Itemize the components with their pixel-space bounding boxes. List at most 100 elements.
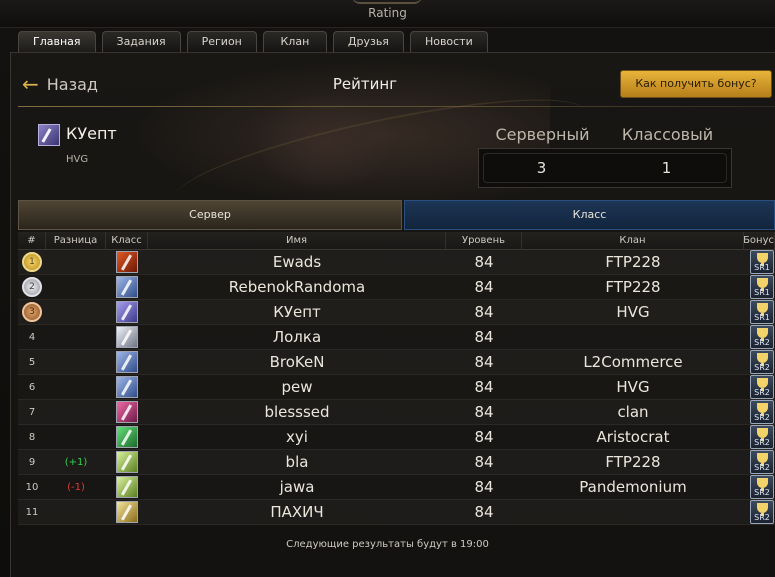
tab-region[interactable]: Регион [186, 31, 257, 53]
table-row[interactable]: 9 (+1) bla 84 FTP228 SR2 [18, 450, 775, 475]
row-level: 84 [474, 278, 494, 296]
bonus-cup-icon[interactable]: SR2 [750, 400, 774, 424]
row-rank: 10 [25, 481, 39, 493]
bonus-cup-icon[interactable]: SR2 [750, 475, 774, 499]
title-bar[interactable]: Rating [0, 0, 775, 28]
table-row[interactable]: 5 BroKeN 84 L2Commerce SR2 [18, 350, 775, 375]
table-row[interactable]: 10 (-1) jawa 84 Pandemonium SR2 [18, 475, 775, 500]
row-level: 84 [474, 253, 494, 271]
player-clan: HVG [66, 154, 89, 165]
table-row[interactable]: 2 RebenokRandoma 84 FTP228 SR1 [18, 275, 775, 300]
class-icon [116, 251, 138, 273]
back-button[interactable]: ← Назад [22, 74, 98, 94]
class-icon [116, 326, 138, 348]
row-clan: HVG [616, 303, 650, 321]
row-level: 84 [474, 478, 494, 496]
row-rank: 6 [28, 381, 36, 393]
class-icon [116, 451, 138, 473]
row-clan: L2Commerce [583, 353, 683, 371]
row-clan: clan [617, 403, 649, 421]
title-ornament [352, 0, 422, 4]
row-rank: 5 [28, 356, 36, 368]
row-name: jawa [279, 478, 315, 496]
class-icon [116, 301, 138, 323]
row-name: КУепт [273, 303, 321, 321]
rank-values: 3 1 [478, 148, 732, 188]
tab-clan[interactable]: Клан [262, 31, 327, 53]
row-rank: 9 [28, 456, 36, 468]
row-clan: Pandemonium [579, 478, 687, 496]
gold-medal-icon: 1 [22, 252, 42, 272]
class-icon [116, 476, 138, 498]
server-rank-value: 3 [536, 159, 547, 177]
bonus-cup-icon[interactable]: SR2 [750, 425, 774, 449]
header-divider [18, 106, 775, 107]
row-name: RebenokRandoma [228, 278, 366, 296]
next-results-note: Следующие результаты будут в 19:00 [286, 539, 489, 550]
main-tabs: Главная Задания Регион Клан Друзья Новос… [18, 31, 488, 53]
table-row[interactable]: 3 КУепт 84 HVG SR1 [18, 300, 775, 325]
row-level: 84 [474, 378, 494, 396]
row-name: pew [281, 378, 313, 396]
bonus-cup-icon[interactable]: SR1 [750, 300, 774, 324]
bronze-medal-icon: 3 [22, 302, 42, 322]
row-rank: 4 [28, 331, 36, 343]
class-icon [116, 401, 138, 423]
row-level: 84 [474, 353, 494, 371]
class-icon [116, 501, 138, 523]
tab-class[interactable]: Класс [404, 200, 775, 230]
bonus-cup-icon[interactable]: SR2 [750, 325, 774, 349]
server-rank-label: Серверный [495, 125, 590, 144]
rating-table: # Разница Класс Имя Уровень Клан Бонус 1… [18, 232, 775, 525]
row-clan: Aristocrat [596, 428, 670, 446]
table-row[interactable]: 7 blesssed 84 clan SR2 [18, 400, 775, 425]
bonus-cup-icon[interactable]: SR2 [750, 375, 774, 399]
row-name: Ewads [272, 253, 322, 271]
column-header-class[interactable]: Класс [106, 232, 148, 250]
tab-friends[interactable]: Друзья [332, 31, 404, 53]
tab-main[interactable]: Главная [18, 31, 96, 53]
column-header-clan[interactable]: Клан [522, 232, 744, 250]
class-icon [116, 376, 138, 398]
row-name: ПАХИЧ [270, 503, 324, 521]
class-icon [116, 276, 138, 298]
tab-news[interactable]: Новости [409, 31, 488, 53]
row-level: 84 [474, 303, 494, 321]
row-name: bla [285, 453, 309, 471]
row-level: 84 [474, 503, 494, 521]
column-header-level[interactable]: Уровень [446, 232, 522, 250]
class-rank-label: Классовый [621, 125, 714, 144]
silver-medal-icon: 2 [22, 277, 42, 297]
table-row[interactable]: 6 pew 84 HVG SR2 [18, 375, 775, 400]
row-diff: (-1) [67, 481, 85, 493]
player-class-icon [38, 124, 60, 146]
row-diff: (+1) [64, 456, 88, 468]
table-row[interactable]: 11 ПАХИЧ 84 SR2 [18, 500, 775, 525]
page-title: Рейтинг [332, 75, 398, 93]
bonus-cup-icon[interactable]: SR1 [750, 250, 774, 274]
bonus-cup-icon[interactable]: SR1 [750, 275, 774, 299]
bonus-cup-icon[interactable]: SR2 [750, 500, 774, 524]
row-name: BroKeN [269, 353, 325, 371]
column-header-bonus[interactable]: Бонус [744, 232, 775, 250]
how-to-get-bonus-button[interactable]: Как получить бонус? [620, 70, 772, 98]
table-row[interactable]: 1 Ewads 84 FTP228 SR1 [18, 250, 775, 275]
player-name: КУепт [66, 124, 117, 143]
column-header-diff[interactable]: Разница [46, 232, 106, 250]
bonus-cup-icon[interactable]: SR2 [750, 450, 774, 474]
tab-quests[interactable]: Задания [101, 31, 181, 53]
class-rank-value: 1 [661, 159, 672, 177]
rating-window: Rating Главная Задания Регион Клан Друзь… [0, 0, 775, 577]
table-row[interactable]: 8 xyi 84 Aristocrat SR2 [18, 425, 775, 450]
tab-server[interactable]: Сервер [18, 200, 402, 230]
class-icon [116, 426, 138, 448]
row-rank: 11 [25, 506, 39, 518]
column-header-name[interactable]: Имя [148, 232, 446, 250]
column-header-rank[interactable]: # [18, 232, 46, 250]
row-clan: FTP228 [605, 253, 661, 271]
rating-subtabs: Сервер Класс [18, 200, 775, 230]
table-row[interactable]: 4 Лолка 84 SR2 [18, 325, 775, 350]
back-label: Назад [46, 74, 98, 94]
bonus-cup-icon[interactable]: SR2 [750, 350, 774, 374]
row-name: xyi [286, 428, 308, 446]
